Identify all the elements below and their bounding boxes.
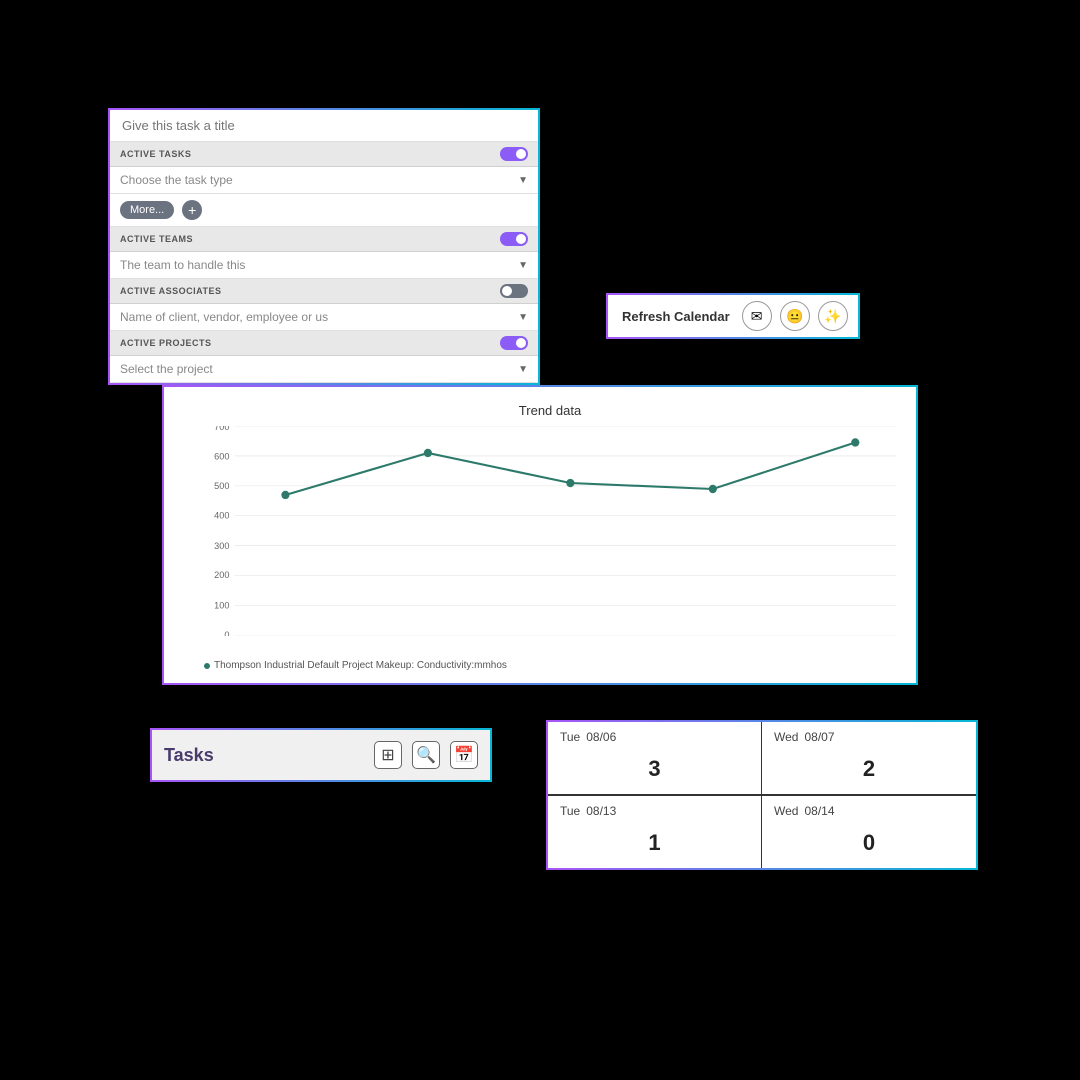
plus-icon: ⊞ xyxy=(381,745,394,765)
cal-value-0814: 0 xyxy=(774,818,964,860)
project-text: Select the project xyxy=(120,362,518,376)
svg-text:200: 200 xyxy=(214,570,229,580)
associate-arrow-icon: ▼ xyxy=(518,312,528,323)
cal-value-0806: 3 xyxy=(560,744,749,786)
sparkle-icon: ✨ xyxy=(824,308,841,325)
svg-text:0: 0 xyxy=(224,630,229,636)
active-associates-toggle[interactable] xyxy=(500,284,528,298)
more-row: More... + xyxy=(110,194,538,227)
legend-dot-icon xyxy=(204,663,210,669)
active-teams-label: ACTIVE TEAMS xyxy=(120,234,500,244)
active-projects-toggle[interactable] xyxy=(500,336,528,350)
active-associates-label: ACTIVE ASSOCIATES xyxy=(120,286,500,296)
associate-dropdown-row: Name of client, vendor, employee or us ▼ xyxy=(110,304,538,331)
email-icon: ✉ xyxy=(751,308,763,325)
more-button[interactable]: More... xyxy=(120,201,174,219)
team-arrow-icon: ▼ xyxy=(518,260,528,271)
tasks-label: Tasks xyxy=(164,745,364,766)
active-projects-label: ACTIVE PROJECTS xyxy=(120,338,500,348)
chart-panel: Trend data 700 600 500 400 300 200 100 0 xyxy=(162,385,918,685)
calendar-icon: 📅 xyxy=(454,745,474,765)
svg-text:300: 300 xyxy=(214,541,229,551)
tasks-panel: Tasks ⊞ 🔍 📅 xyxy=(150,728,492,782)
calendar-header-row-1: Tue 08/06 3 Wed 08/07 2 xyxy=(548,722,976,796)
active-projects-row: ACTIVE PROJECTS xyxy=(110,331,538,356)
refresh-calendar-panel: Refresh Calendar ✉ 😐 ✨ xyxy=(606,293,860,339)
task-form-panel: ACTIVE TASKS Choose the task type ▼ More… xyxy=(108,108,540,385)
face-icon: 😐 xyxy=(786,308,803,325)
active-tasks-toggle[interactable] xyxy=(500,147,528,161)
task-title-input[interactable] xyxy=(110,110,538,142)
refresh-calendar-button[interactable]: Refresh Calendar xyxy=(618,307,734,326)
cal-cell-tue-0806: Tue 08/06 3 xyxy=(548,722,762,796)
svg-text:500: 500 xyxy=(214,481,229,491)
calendar-grid: Tue 08/06 3 Wed 08/07 2 Tue 08/13 1 Wed … xyxy=(546,720,978,870)
svg-text:100: 100 xyxy=(214,601,229,611)
team-dropdown-row: The team to handle this ▼ xyxy=(110,252,538,279)
team-text: The team to handle this xyxy=(120,258,518,272)
active-tasks-label: ACTIVE TASKS xyxy=(120,149,500,159)
active-teams-row: ACTIVE TEAMS xyxy=(110,227,538,252)
svg-text:600: 600 xyxy=(214,451,229,461)
cal-value-0807: 2 xyxy=(774,744,964,786)
cal-day-name-tue1: Tue xyxy=(560,730,580,744)
sparkle-icon-button[interactable]: ✨ xyxy=(818,301,848,331)
active-teams-toggle[interactable] xyxy=(500,232,528,246)
task-type-arrow-icon: ▼ xyxy=(518,175,528,186)
cal-cell-tue-0813: Tue 08/13 1 xyxy=(548,796,762,868)
cal-day-date-0814: 08/14 xyxy=(804,804,834,818)
cal-day-name-wed1: Wed xyxy=(774,730,798,744)
emoji-icon-button[interactable]: 😐 xyxy=(780,301,810,331)
add-button[interactable]: + xyxy=(182,200,202,220)
cal-day-name-tue2: Tue xyxy=(560,804,580,818)
cal-value-0813: 1 xyxy=(560,818,749,860)
search-tasks-button[interactable]: 🔍 xyxy=(412,741,440,769)
active-associates-row: ACTIVE ASSOCIATES xyxy=(110,279,538,304)
cal-day-date-0806: 08/06 xyxy=(586,730,616,744)
trend-chart: 700 600 500 400 300 200 100 0 1/3/2024 1… xyxy=(204,426,896,636)
legend-text: Thompson Industrial Default Project Make… xyxy=(214,660,507,671)
project-dropdown-row: Select the project ▼ xyxy=(110,356,538,383)
cal-cell-wed-0807: Wed 08/07 2 xyxy=(762,722,976,796)
email-icon-button[interactable]: ✉ xyxy=(742,301,772,331)
search-icon: 🔍 xyxy=(416,745,436,765)
chart-area: 700 600 500 400 300 200 100 0 1/3/2024 1… xyxy=(204,426,896,636)
add-task-button[interactable]: ⊞ xyxy=(374,741,402,769)
task-type-dropdown-row: Choose the task type ▼ xyxy=(110,167,538,194)
svg-text:400: 400 xyxy=(214,510,229,520)
task-type-text: Choose the task type xyxy=(120,173,518,187)
cal-cell-wed-0814: Wed 08/14 0 xyxy=(762,796,976,868)
chart-legend: Thompson Industrial Default Project Make… xyxy=(204,660,507,671)
calendar-row-2: Tue 08/13 1 Wed 08/14 0 xyxy=(548,796,976,868)
calendar-tasks-button[interactable]: 📅 xyxy=(450,741,478,769)
chart-title: Trend data xyxy=(204,403,896,418)
active-tasks-row: ACTIVE TASKS xyxy=(110,142,538,167)
cal-day-name-wed2: Wed xyxy=(774,804,798,818)
svg-text:700: 700 xyxy=(214,426,229,432)
cal-day-date-0813: 08/13 xyxy=(586,804,616,818)
cal-day-date-0807: 08/07 xyxy=(804,730,834,744)
project-arrow-icon: ▼ xyxy=(518,364,528,375)
associate-text: Name of client, vendor, employee or us xyxy=(120,310,518,324)
